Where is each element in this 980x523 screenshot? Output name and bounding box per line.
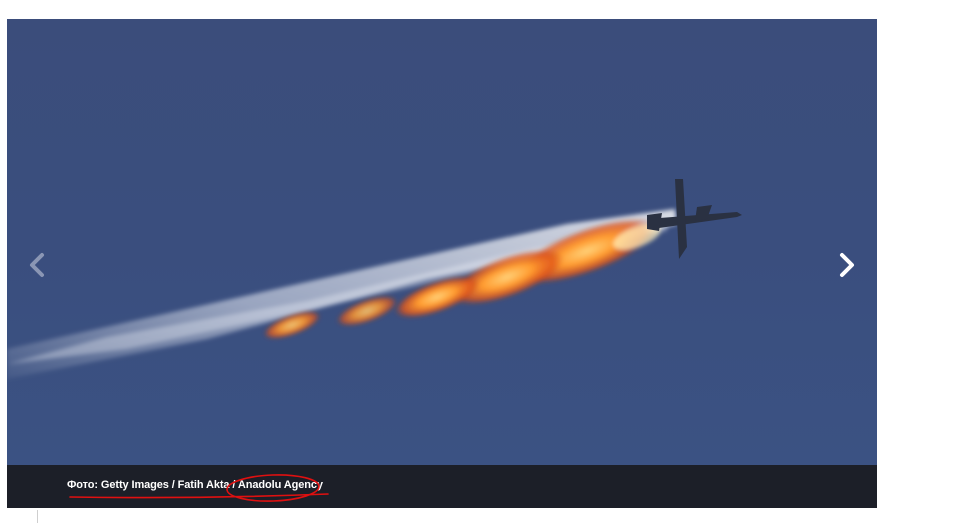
caption-bar: Фото: Getty Images / Fatih Akta / Anadol…: [7, 465, 877, 508]
photo-gallery: Фото: Getty Images / Fatih Akta / Anadol…: [7, 19, 877, 508]
chevron-left-icon: [30, 253, 44, 277]
photo-credit: Фото: Getty Images / Fatih Akta / Anadol…: [67, 479, 323, 491]
divider-tick: [37, 510, 38, 523]
gallery-photo: [7, 19, 877, 465]
chevron-right-icon: [840, 253, 854, 277]
prev-photo-button[interactable]: [17, 245, 57, 285]
next-photo-button[interactable]: [827, 245, 867, 285]
